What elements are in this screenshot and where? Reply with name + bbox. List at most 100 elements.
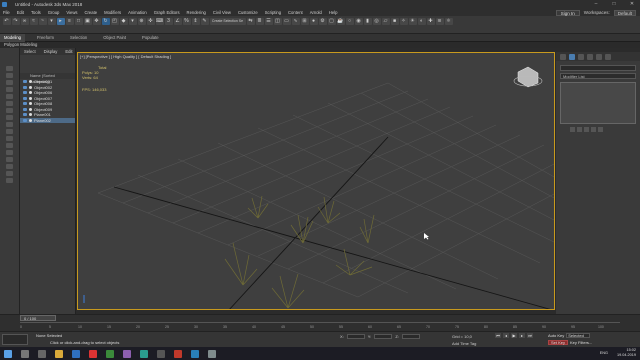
sort-icon[interactable] <box>6 164 13 169</box>
visibility-icon[interactable] <box>23 102 27 106</box>
move-icon[interactable]: ✥ <box>92 17 101 25</box>
object-name-field[interactable] <box>560 65 636 71</box>
tab-freeform[interactable]: Freeform <box>33 34 58 42</box>
app-icon[interactable] <box>123 349 131 358</box>
visibility-icon[interactable] <box>23 96 27 100</box>
rotate-icon[interactable]: ↻ <box>101 17 110 25</box>
minimize-button[interactable]: – <box>590 1 602 7</box>
layer-icon[interactable] <box>6 178 13 183</box>
systems-icon[interactable]: ⚛ <box>444 17 453 25</box>
align-icon[interactable]: ≣ <box>255 17 264 25</box>
modify-tab-icon[interactable] <box>569 53 575 60</box>
select-by-name-icon[interactable]: ≡ <box>65 17 74 25</box>
visibility-icon[interactable] <box>23 91 27 95</box>
task-view-icon[interactable] <box>38 349 46 358</box>
menu-civil-view[interactable]: Civil View <box>213 10 231 15</box>
play-icon[interactable]: ▶ <box>511 333 517 338</box>
edit-named-selection-icon[interactable]: ✎ <box>200 17 209 25</box>
select-manipulate-icon[interactable]: ✜ <box>146 17 155 25</box>
perspective-viewport[interactable]: [+] [Perspective ] [ High Quality ] [ De… <box>77 52 555 310</box>
track-bar[interactable]: 0 5 10 15 20 25 30 35 40 45 50 55 60 65 … <box>20 322 620 331</box>
display-tab-icon[interactable] <box>596 53 602 60</box>
menu-content[interactable]: Content <box>288 10 303 15</box>
menu-help[interactable]: Help <box>329 10 338 15</box>
menu-customize[interactable]: Customize <box>238 10 258 15</box>
go-to-end-icon[interactable]: ⏭ <box>527 333 533 338</box>
display-shapes-icon[interactable] <box>6 87 13 92</box>
display-all-icon[interactable] <box>6 150 13 155</box>
edge-icon[interactable] <box>72 349 80 358</box>
layer-explorer-icon[interactable]: ◫ <box>273 17 282 25</box>
visibility-icon[interactable] <box>23 80 27 84</box>
create-geometry-icon[interactable]: ○ <box>345 17 354 25</box>
render-setup-icon[interactable]: ⚙ <box>318 17 327 25</box>
key-filters-button[interactable]: Key Filters... <box>570 340 592 345</box>
display-geometry-icon[interactable] <box>6 80 13 85</box>
menu-group[interactable]: Group <box>48 10 60 15</box>
display-xrefs-icon[interactable] <box>6 129 13 134</box>
visibility-icon[interactable] <box>23 107 27 111</box>
tab-object-paint[interactable]: Object Paint <box>99 34 130 42</box>
visibility-icon[interactable] <box>23 118 27 122</box>
snap-toggle-icon[interactable]: 3 <box>164 17 173 25</box>
curve-editor-icon[interactable]: ∿ <box>291 17 300 25</box>
place-icon[interactable]: ◆ <box>119 17 128 25</box>
find-icon[interactable] <box>6 171 13 176</box>
create-torus-icon[interactable]: ◎ <box>372 17 381 25</box>
window-crossing-icon[interactable]: ▣ <box>83 17 92 25</box>
schematic-view-icon[interactable]: ⊞ <box>300 17 309 25</box>
go-to-start-icon[interactable]: ⏮ <box>495 333 501 338</box>
display-cameras-icon[interactable] <box>6 101 13 106</box>
menu-edit[interactable]: Edit <box>17 10 24 15</box>
file-explorer-icon[interactable] <box>55 349 63 358</box>
modifier-stack[interactable] <box>560 82 636 124</box>
add-time-tag-button[interactable]: Add Time Tag <box>452 341 476 346</box>
visibility-icon[interactable] <box>23 85 27 89</box>
configure-sets-icon[interactable] <box>598 127 603 132</box>
create-tab-icon[interactable] <box>560 53 566 60</box>
scene-explorer-icon[interactable]: ☰ <box>264 17 273 25</box>
mirror-icon[interactable]: ⇆ <box>246 17 255 25</box>
close-button[interactable]: ✕ <box>626 1 638 7</box>
selection-set-dropdown[interactable]: Create Selection Se <box>209 17 246 25</box>
pivot-center-icon[interactable]: ⊕ <box>137 17 146 25</box>
menu-scripting[interactable]: Scripting <box>265 10 281 15</box>
shapes-icon[interactable]: ✧ <box>399 17 408 25</box>
view-cube[interactable] <box>513 66 543 88</box>
menu-views[interactable]: Views <box>66 10 77 15</box>
z-coordinate-field[interactable] <box>401 334 420 339</box>
key-mode-dropdown[interactable]: Selected <box>566 333 591 338</box>
auto-key-button[interactable]: Auto Key <box>548 333 564 338</box>
telegram-icon[interactable] <box>191 349 199 358</box>
display-bones-icon[interactable] <box>6 136 13 141</box>
scale-icon[interactable]: ◰ <box>110 17 119 25</box>
rectangular-selection-icon[interactable]: □ <box>74 17 83 25</box>
ribbon-toggle-icon[interactable]: ▭ <box>282 17 291 25</box>
tab-populate[interactable]: Populate <box>138 34 163 42</box>
material-editor-icon[interactable]: ● <box>309 17 318 25</box>
remove-modifier-icon[interactable] <box>591 127 596 132</box>
3dsmax-taskbar-icon[interactable] <box>140 349 148 358</box>
keyboard-shortcut-icon[interactable]: ⌨ <box>155 17 164 25</box>
set-key-button[interactable]: Set Key <box>548 340 569 345</box>
modifier-list-dropdown[interactable]: Modifier List <box>560 73 636 79</box>
spinner-snap-icon[interactable]: ⇕ <box>191 17 200 25</box>
opera-icon[interactable] <box>89 349 97 358</box>
next-frame-icon[interactable]: ▸ <box>519 333 525 338</box>
make-unique-icon[interactable] <box>584 127 589 132</box>
tab-selection[interactable]: Selection <box>66 34 91 42</box>
display-particles-icon[interactable] <box>6 143 13 148</box>
link-icon[interactable]: ∞ <box>20 17 29 25</box>
ribbon-panel-title[interactable]: Polygon Modeling <box>0 42 640 48</box>
percent-snap-icon[interactable]: % <box>182 17 191 25</box>
display-lights-icon[interactable] <box>6 94 13 99</box>
bind-space-warp-icon[interactable]: ~ <box>38 17 47 25</box>
workspace-dropdown[interactable]: Default <box>613 9 636 16</box>
menu-graph-editors[interactable]: Graph Editors <box>154 10 180 15</box>
invert-display-icon[interactable] <box>6 157 13 162</box>
menu-modifiers[interactable]: Modifiers <box>104 10 121 15</box>
create-plane-icon[interactable]: ▱ <box>381 17 390 25</box>
x-coordinate-field[interactable] <box>346 334 365 339</box>
maximize-button[interactable]: □ <box>608 1 620 7</box>
create-sphere-icon[interactable]: ◉ <box>354 17 363 25</box>
